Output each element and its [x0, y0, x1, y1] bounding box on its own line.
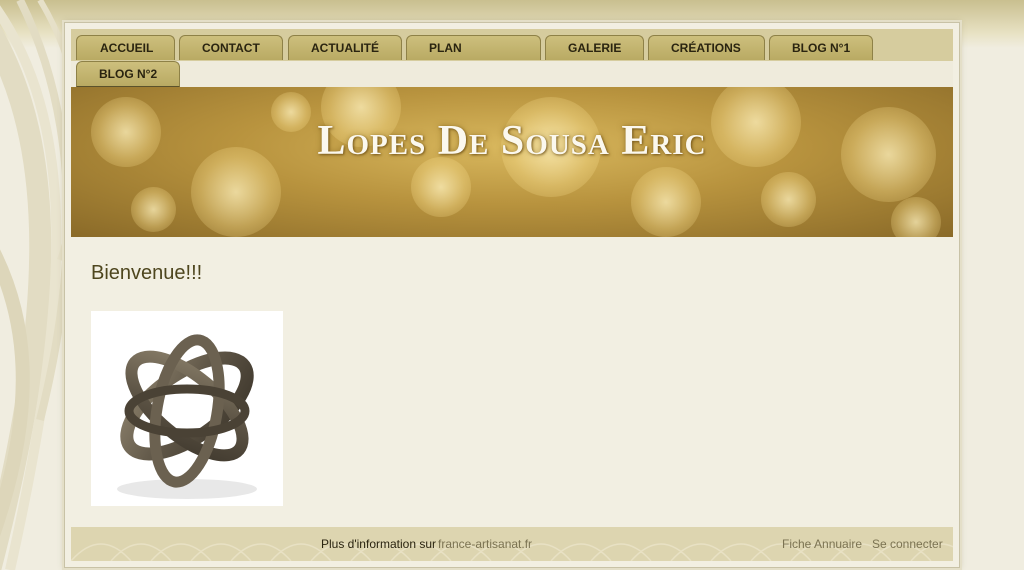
bokeh-light — [131, 187, 176, 232]
bokeh-light — [891, 197, 941, 237]
tab-blog-2[interactable]: Blog N°2 — [76, 61, 180, 87]
nav-band-second-row — [71, 61, 953, 87]
tab-accueil[interactable]: Accueil — [76, 35, 175, 60]
bokeh-light — [411, 157, 471, 217]
sculpture-image — [91, 311, 283, 506]
footer-info-link[interactable]: france-artisanat.fr — [438, 537, 532, 551]
footer: Plus d'information sur france-artisanat.… — [71, 527, 953, 561]
welcome-heading: Bienvenue!!! — [91, 262, 203, 284]
tab-label: Actualité — [311, 41, 379, 55]
tab-label: Galerie — [568, 41, 622, 55]
tab-actualite[interactable]: Actualité — [288, 35, 402, 60]
tab-label: Créations — [671, 41, 741, 55]
tab-label: Accueil — [100, 41, 154, 55]
footer-info-label: Plus d'information sur — [321, 537, 437, 551]
site-title: Lopes De Sousa Eric — [317, 118, 707, 164]
header-banner: Lopes De Sousa Eric — [71, 87, 953, 237]
bokeh-light — [631, 167, 701, 237]
tab-galerie[interactable]: Galerie — [545, 35, 644, 60]
login-link[interactable]: Se connecter — [872, 537, 943, 551]
tab-plan[interactable]: Plan — [406, 35, 541, 60]
tab-creations[interactable]: Créations — [648, 35, 765, 60]
tab-contact[interactable]: Contact — [179, 35, 283, 60]
bokeh-light — [761, 172, 816, 227]
tab-blog-1[interactable]: Blog N°1 — [769, 35, 873, 60]
tab-label: Contact — [202, 41, 260, 55]
tab-label: Blog N°1 — [792, 41, 851, 55]
main-navigation: Accueil Contact Actualité Plan Galerie C… — [71, 29, 953, 87]
tab-label: Blog N°2 — [99, 67, 158, 81]
fiche-annuaire-link[interactable]: Fiche Annuaire — [782, 537, 862, 551]
tab-label: Plan — [429, 41, 462, 55]
